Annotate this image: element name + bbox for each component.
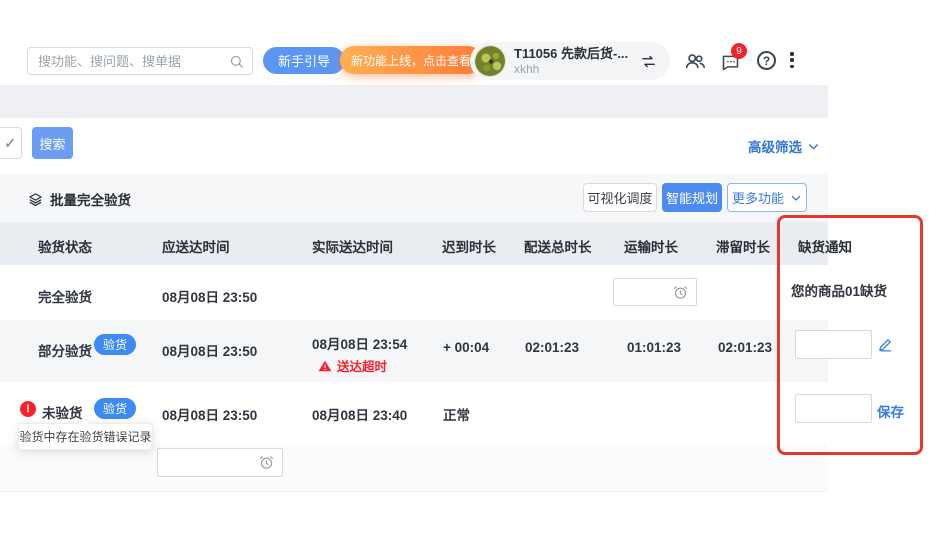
- row3-expected-time: 08月08日 23:50: [162, 404, 257, 424]
- smart-planning-button[interactable]: 智能规划: [662, 183, 722, 212]
- row2-actual-time: 08月08日 23:54: [312, 333, 407, 353]
- advanced-filter-link[interactable]: 高级筛选: [748, 136, 820, 156]
- clock-icon[interactable]: [259, 455, 274, 470]
- error-icon: !: [20, 401, 36, 417]
- save-link[interactable]: 保存: [877, 401, 904, 421]
- row2-total-duration: 02:01:23: [525, 340, 579, 355]
- batch-action-label: 批量完全验货: [50, 189, 131, 209]
- column-header-actual: 实际送达时间: [312, 236, 393, 256]
- row2-warning-label: 送达超时: [337, 356, 387, 375]
- advanced-filter-label: 高级筛选: [748, 136, 802, 156]
- stockout-message: 您的商品01缺货: [791, 280, 887, 300]
- warning-triangle-icon: [318, 359, 332, 373]
- row2-late-duration: + 00:04: [443, 340, 489, 355]
- batch-full-inspection-button[interactable]: 批量完全验货: [28, 189, 131, 209]
- row3-actual-time: 08月08日 23:40: [312, 404, 407, 424]
- column-header-expected: 应送达时间: [162, 236, 230, 256]
- row2-transport-duration: 01:01:23: [627, 340, 681, 355]
- chevron-down-icon: [790, 192, 802, 204]
- more-menu-icon[interactable]: [787, 50, 797, 70]
- stockout-save-input[interactable]: [795, 394, 872, 423]
- table-row: [0, 445, 828, 492]
- layers-icon: [28, 192, 43, 207]
- row1-time-picker-input[interactable]: [613, 278, 697, 306]
- column-header-transport: 运输时长: [624, 236, 678, 256]
- inspection-error-tooltip: 验货中存在验货错误记录: [18, 423, 153, 450]
- row1-status: 完全验货: [38, 286, 92, 306]
- row2-dwell-duration: 02:01:23: [718, 340, 772, 355]
- column-header-late: 迟到时长: [442, 236, 496, 256]
- avatar: [474, 45, 506, 77]
- newbie-guide-button[interactable]: 新手引导: [263, 47, 345, 74]
- contacts-icon[interactable]: [684, 50, 706, 72]
- help-icon[interactable]: ?: [757, 51, 776, 70]
- switch-account-icon[interactable]: [640, 53, 657, 70]
- app-window: 新手引导 新功能上线，点击查看 T11056 先款后货-... xkhh 9 ?…: [0, 0, 940, 539]
- row2-overtime-warning: 送达超时: [318, 356, 387, 375]
- spacer-band: [0, 85, 828, 118]
- row4-time-picker-input[interactable]: [157, 448, 283, 477]
- chevron-down-icon: [807, 140, 820, 153]
- new-feature-promo-button[interactable]: 新功能上线，点击查看: [340, 46, 482, 74]
- stockout-notice-input[interactable]: [795, 330, 872, 359]
- column-header-status: 验货状态: [38, 236, 92, 256]
- global-search-input[interactable]: [38, 54, 229, 69]
- more-functions-label: 更多功能: [732, 188, 784, 207]
- row3-late-status: 正常: [443, 404, 470, 424]
- account-name: T11056 先款后货-...: [514, 46, 628, 62]
- table-header-row: [0, 222, 828, 265]
- row2-status: 部分验货: [38, 340, 92, 360]
- table-row: [0, 265, 828, 320]
- row2-expected-time: 08月08日 23:50: [162, 340, 257, 360]
- visual-dispatch-button[interactable]: 可视化调度: [583, 183, 657, 212]
- global-search-box[interactable]: [27, 47, 253, 75]
- row1-expected-time: 08月08日 23:50: [162, 286, 257, 306]
- account-subname: xkhh: [514, 62, 628, 76]
- column-header-stockout: 缺货通知: [798, 236, 852, 256]
- row3-inspect-button[interactable]: 验货: [94, 398, 136, 419]
- clock-icon[interactable]: [673, 285, 688, 300]
- row2-inspect-button[interactable]: 验货: [94, 334, 136, 355]
- message-count-badge: 9: [731, 43, 747, 59]
- filter-checkbox[interactable]: ✓: [0, 127, 22, 159]
- search-icon: [229, 54, 244, 69]
- user-account-chip[interactable]: T11056 先款后货-... xkhh: [470, 42, 670, 80]
- edit-pencil-icon[interactable]: [877, 336, 894, 353]
- search-button[interactable]: 搜索: [32, 127, 73, 159]
- more-functions-button[interactable]: 更多功能: [727, 183, 807, 212]
- column-header-total: 配送总时长: [524, 236, 592, 256]
- row3-status: 未验货: [42, 402, 83, 422]
- column-header-dwell: 滞留时长: [716, 236, 770, 256]
